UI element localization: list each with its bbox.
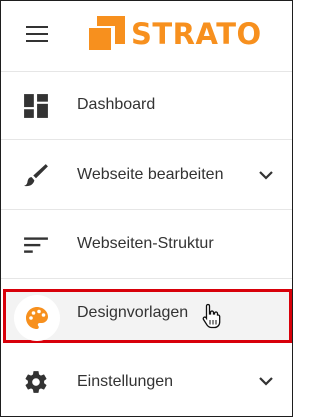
sidebar-item-label: Webseiten-Struktur <box>77 235 214 252</box>
brush-icon <box>24 164 48 187</box>
structure-icon <box>24 237 48 253</box>
strato-logo[interactable]: STRATO <box>89 13 262 55</box>
palette-icon <box>26 307 48 329</box>
sidebar-item-dashboard[interactable]: Dashboard <box>1 72 292 140</box>
sidebar-item-designvorlagen[interactable]: Designvorlagen <box>3 289 292 343</box>
hand-cursor-icon <box>202 303 221 329</box>
gear-icon <box>25 371 47 393</box>
sidebar-header: STRATO <box>1 1 292 72</box>
sidebar-item-webseiten-struktur[interactable]: Webseiten-Struktur <box>1 210 292 279</box>
chevron-down-icon[interactable] <box>258 373 274 389</box>
dashboard-icon <box>24 94 48 118</box>
sidebar-item-webseite-bearbeiten[interactable]: Webseite bearbeiten <box>1 140 292 210</box>
chevron-down-icon[interactable] <box>258 167 274 183</box>
strato-logo-icon <box>89 16 125 50</box>
sidebar-item-label: Designvorlagen <box>77 304 189 321</box>
hamburger-menu-icon[interactable] <box>26 26 48 42</box>
sidebar-item-label: Einstellungen <box>77 373 174 390</box>
sidebar-item-einstellungen[interactable]: Einstellungen <box>1 347 292 416</box>
sidebar-panel: STRATO Dashboard Webseite bearbeiten Web… <box>0 0 293 417</box>
sidebar-item-label: Dashboard <box>77 96 156 113</box>
sidebar-item-label: Webseite bearbeiten <box>77 166 224 183</box>
brand-name: STRATO <box>131 17 262 51</box>
